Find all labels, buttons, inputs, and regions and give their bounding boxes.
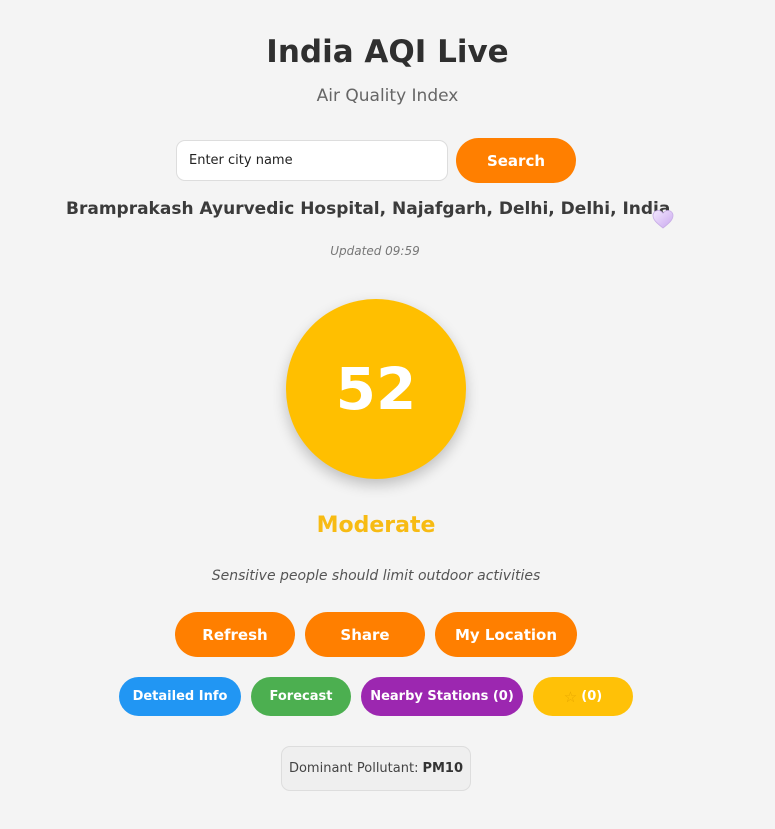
page-subtitle: Air Quality Index [316,86,459,106]
star-icon: ☆ [563,687,578,706]
page-title: India AQI Live [266,34,509,70]
favorites-count: (0) [581,689,603,704]
health-advice: Sensitive people should limit outdoor ac… [211,568,541,584]
my-location-button[interactable]: My Location [435,612,577,657]
dominant-pollutant-value: PM10 [422,761,464,776]
dominant-pollutant-box: Dominant Pollutant: PM10 [281,746,471,791]
station-name: Bramprakash Ayurvedic Hospital, Najafgar… [66,199,671,219]
dominant-pollutant-label: Dominant Pollutant: [288,761,419,776]
detailed-info-button[interactable]: Detailed Info [119,677,241,716]
share-button[interactable]: Share [305,612,425,657]
aqi-level: Moderate [316,513,436,538]
favorites-button[interactable]: ☆ (0) [533,677,633,716]
aqi-circle: 52 [286,299,466,479]
search-button[interactable]: Search [456,138,576,183]
app-page: India AQI Live Air Quality Index Search … [0,0,775,829]
heart-icon[interactable] [651,207,675,231]
refresh-button[interactable]: Refresh [175,612,295,657]
city-search-input[interactable] [176,140,448,181]
aqi-value: 52 [335,355,417,423]
forecast-button[interactable]: Forecast [251,677,351,716]
updated-time: Updated 09:59 [330,244,420,258]
nearby-stations-button[interactable]: Nearby Stations (0) [361,677,523,716]
